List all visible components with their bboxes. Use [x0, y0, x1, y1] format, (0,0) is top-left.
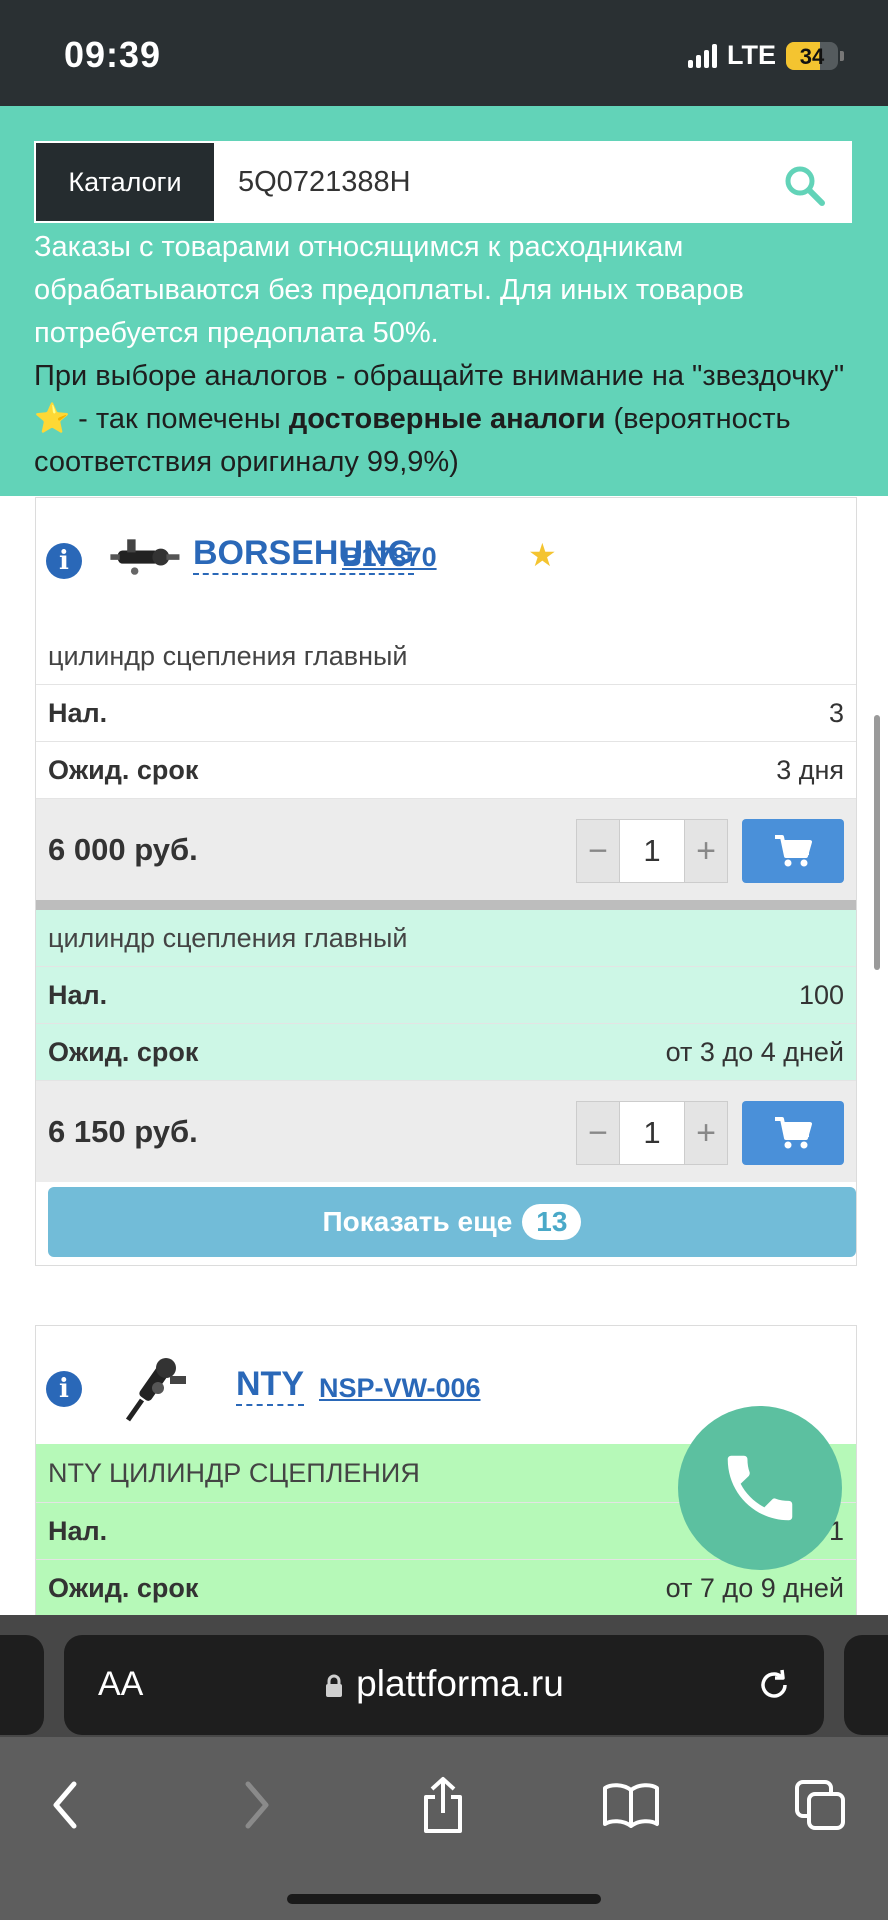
next-tab-edge[interactable]	[844, 1635, 888, 1735]
battery-tip	[840, 50, 844, 61]
battery-level: 34	[799, 43, 825, 69]
brand-link[interactable]: NTY	[236, 1364, 304, 1406]
search-value: 5Q0721388H	[238, 165, 411, 198]
phone-icon	[727, 1455, 793, 1521]
decrement-button[interactable]: −	[577, 820, 619, 882]
star-icon: ⭐	[34, 403, 71, 435]
catalog-button[interactable]: Каталоги	[36, 143, 214, 221]
quantity-input[interactable]: 1	[619, 1102, 685, 1164]
star-icon: ★	[528, 537, 557, 573]
url-text: plattforma.ru	[356, 1663, 564, 1704]
part-code-link[interactable]: NSP-VW-006	[319, 1373, 481, 1404]
stock-row: Нал. 100	[36, 966, 856, 1023]
tabs-icon	[795, 1780, 845, 1830]
decrement-button[interactable]: −	[577, 1102, 619, 1164]
term-row: Ожид. срок от 7 до 9 дней	[36, 1559, 856, 1616]
search-row: Каталоги 5Q0721388H	[34, 141, 852, 223]
stock-value: 100	[798, 979, 844, 1010]
price-row: 6 150 руб. − 1 +	[36, 1080, 856, 1182]
term-label: Ожид. срок	[48, 754, 199, 785]
price: 6 150 руб.	[48, 1113, 198, 1149]
add-to-cart-button[interactable]	[742, 1101, 844, 1165]
term-value: от 7 до 9 дней	[665, 1572, 844, 1603]
notice-analogs-bold: достоверные аналоги	[288, 403, 606, 435]
status-indicators: LTE 34	[688, 40, 844, 71]
browser-nav	[0, 1755, 888, 1865]
bookmarks-button[interactable]	[601, 1775, 661, 1835]
offer-separator	[36, 900, 856, 910]
product-thumbnail[interactable]	[118, 1348, 198, 1428]
product-card: i BORSEHUNG B17870 ★ цилиндр сцепления г…	[35, 497, 857, 1266]
increment-button[interactable]: +	[685, 1102, 727, 1164]
prepayment-notice: Заказы с товарами относящимся к расходни…	[34, 226, 864, 484]
info-icon[interactable]: i	[46, 1371, 82, 1407]
cart-icon	[775, 835, 812, 867]
price: 6 000 руб.	[48, 831, 198, 867]
status-time: 09:39	[64, 34, 162, 75]
notice-analogs-part-a: При выборе аналогов - обращайте внимание…	[34, 360, 845, 392]
show-more-label: Показать еще	[322, 1206, 513, 1237]
address-bar[interactable]: AA plattforma.ru	[64, 1635, 824, 1735]
url-bar-area: AA plattforma.ru	[0, 1615, 888, 1737]
term-row: Ожид. срок от 3 до 4 дней	[36, 1023, 856, 1080]
price-row: 6 000 руб. − 1 +	[36, 798, 856, 900]
browser-toolbar: AA plattforma.ru	[0, 1615, 888, 1920]
info-icon[interactable]: i	[46, 543, 82, 579]
search-icon[interactable]	[782, 163, 826, 207]
notice-analogs-part-b: - так помечены	[70, 403, 289, 435]
show-more-count: 13	[522, 1204, 582, 1240]
show-more-button[interactable]: Показать еще 13	[48, 1187, 856, 1257]
status-bar: 09:39 LTE 34	[0, 0, 888, 106]
quantity-input[interactable]: 1	[619, 820, 685, 882]
share-icon	[424, 1777, 462, 1833]
forward-button[interactable]	[226, 1775, 286, 1835]
product-header: i BORSEHUNG B17870 ★	[36, 498, 856, 628]
back-icon	[53, 1781, 77, 1829]
stock-label: Нал.	[48, 697, 108, 728]
signal-icon	[688, 43, 717, 68]
stock-row: Нал. 3	[36, 684, 856, 741]
offer-description: цилиндр сцепления главный	[48, 640, 408, 671]
lock-icon	[326, 1674, 343, 1697]
url-display[interactable]: plattforma.ru	[64, 1663, 824, 1705]
scroll-indicator[interactable]	[874, 715, 880, 970]
forward-icon	[245, 1781, 269, 1829]
term-value: от 3 до 4 дней	[665, 1036, 844, 1067]
quantity-stepper: − 1 +	[576, 1101, 728, 1165]
tabs-button[interactable]	[790, 1775, 850, 1835]
add-to-cart-button[interactable]	[742, 819, 844, 883]
battery-icon: 34	[786, 41, 838, 70]
site-header: Каталоги 5Q0721388H Заказы с товарами от…	[0, 106, 888, 496]
term-label: Ожид. срок	[48, 1572, 199, 1603]
notice-analogs-text: При выборе аналогов - обращайте внимание…	[34, 355, 864, 484]
increment-button[interactable]: +	[685, 820, 727, 882]
stock-label: Нал.	[48, 1515, 108, 1546]
previous-tab-edge[interactable]	[0, 1635, 44, 1735]
call-button[interactable]	[678, 1406, 842, 1570]
part-code-link[interactable]: B17870	[342, 542, 437, 573]
network-type: LTE	[727, 40, 776, 70]
search-input[interactable]: 5Q0721388H	[214, 143, 850, 221]
back-button[interactable]	[36, 1775, 96, 1835]
stock-value: 3	[828, 697, 844, 728]
term-label: Ожид. срок	[48, 1036, 199, 1067]
offer-description: цилиндр сцепления главный	[36, 910, 856, 966]
notice-prepayment-text: Заказы с товарами относящимся к расходни…	[34, 231, 744, 349]
book-icon	[603, 1783, 659, 1828]
quantity-stepper: − 1 +	[576, 819, 728, 883]
product-thumbnail[interactable]	[104, 530, 184, 586]
reload-icon[interactable]	[754, 1665, 794, 1705]
term-value: 3 дня	[776, 754, 844, 785]
home-indicator	[287, 1894, 601, 1904]
share-button[interactable]	[413, 1775, 473, 1835]
stock-label: Нал.	[48, 979, 108, 1010]
term-row: Ожид. срок 3 дня	[36, 741, 856, 798]
cart-icon	[775, 1117, 812, 1149]
